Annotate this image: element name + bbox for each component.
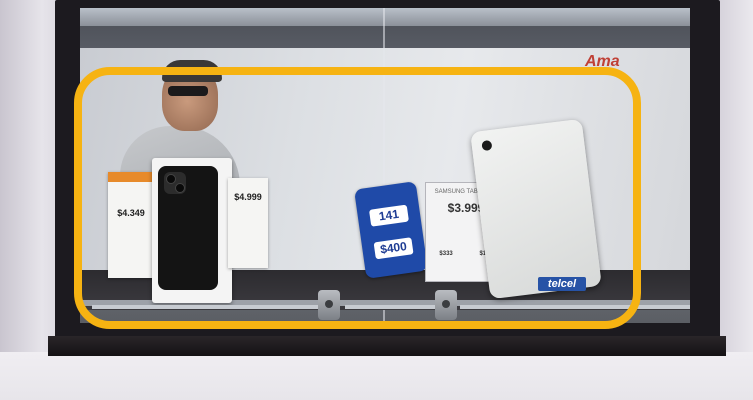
smartphone-image (158, 166, 218, 290)
poster-person-cap (162, 60, 222, 82)
door-rail-left (92, 305, 322, 309)
door-rail-center (345, 305, 445, 309)
price-card-middle: $4.999 (228, 178, 268, 268)
photo-scene: Ama $4.349 $4.999 141 $400 SAMSUNG TABLE… (0, 0, 753, 400)
top-shelf (80, 8, 690, 26)
lock-icon (318, 290, 340, 320)
lock-icon (435, 290, 457, 320)
smartphone-box (152, 158, 232, 303)
price-card-left-price: $4.349 (117, 208, 145, 218)
floor-area (0, 352, 753, 400)
cabinet-base (48, 336, 726, 356)
brand-mark: Ama (585, 53, 620, 70)
promo-tag-bottom-price: $400 (373, 237, 414, 260)
door-rail-right (460, 305, 690, 309)
promo-tag-top-price: 141 (368, 204, 409, 227)
carrier-logo: telcel (538, 277, 586, 291)
poster-person-sunglasses (168, 86, 208, 96)
promo-price-tag: 141 $400 (354, 181, 428, 279)
camera-icon (164, 172, 186, 194)
price-card-middle-price: $4.999 (234, 192, 262, 202)
tablet-camera-icon (481, 139, 493, 152)
price-card-left: $4.349 (108, 172, 154, 278)
card-accent (108, 172, 154, 182)
tablet-card-sub-left: $333 (439, 251, 453, 257)
tablet-device (470, 118, 602, 300)
